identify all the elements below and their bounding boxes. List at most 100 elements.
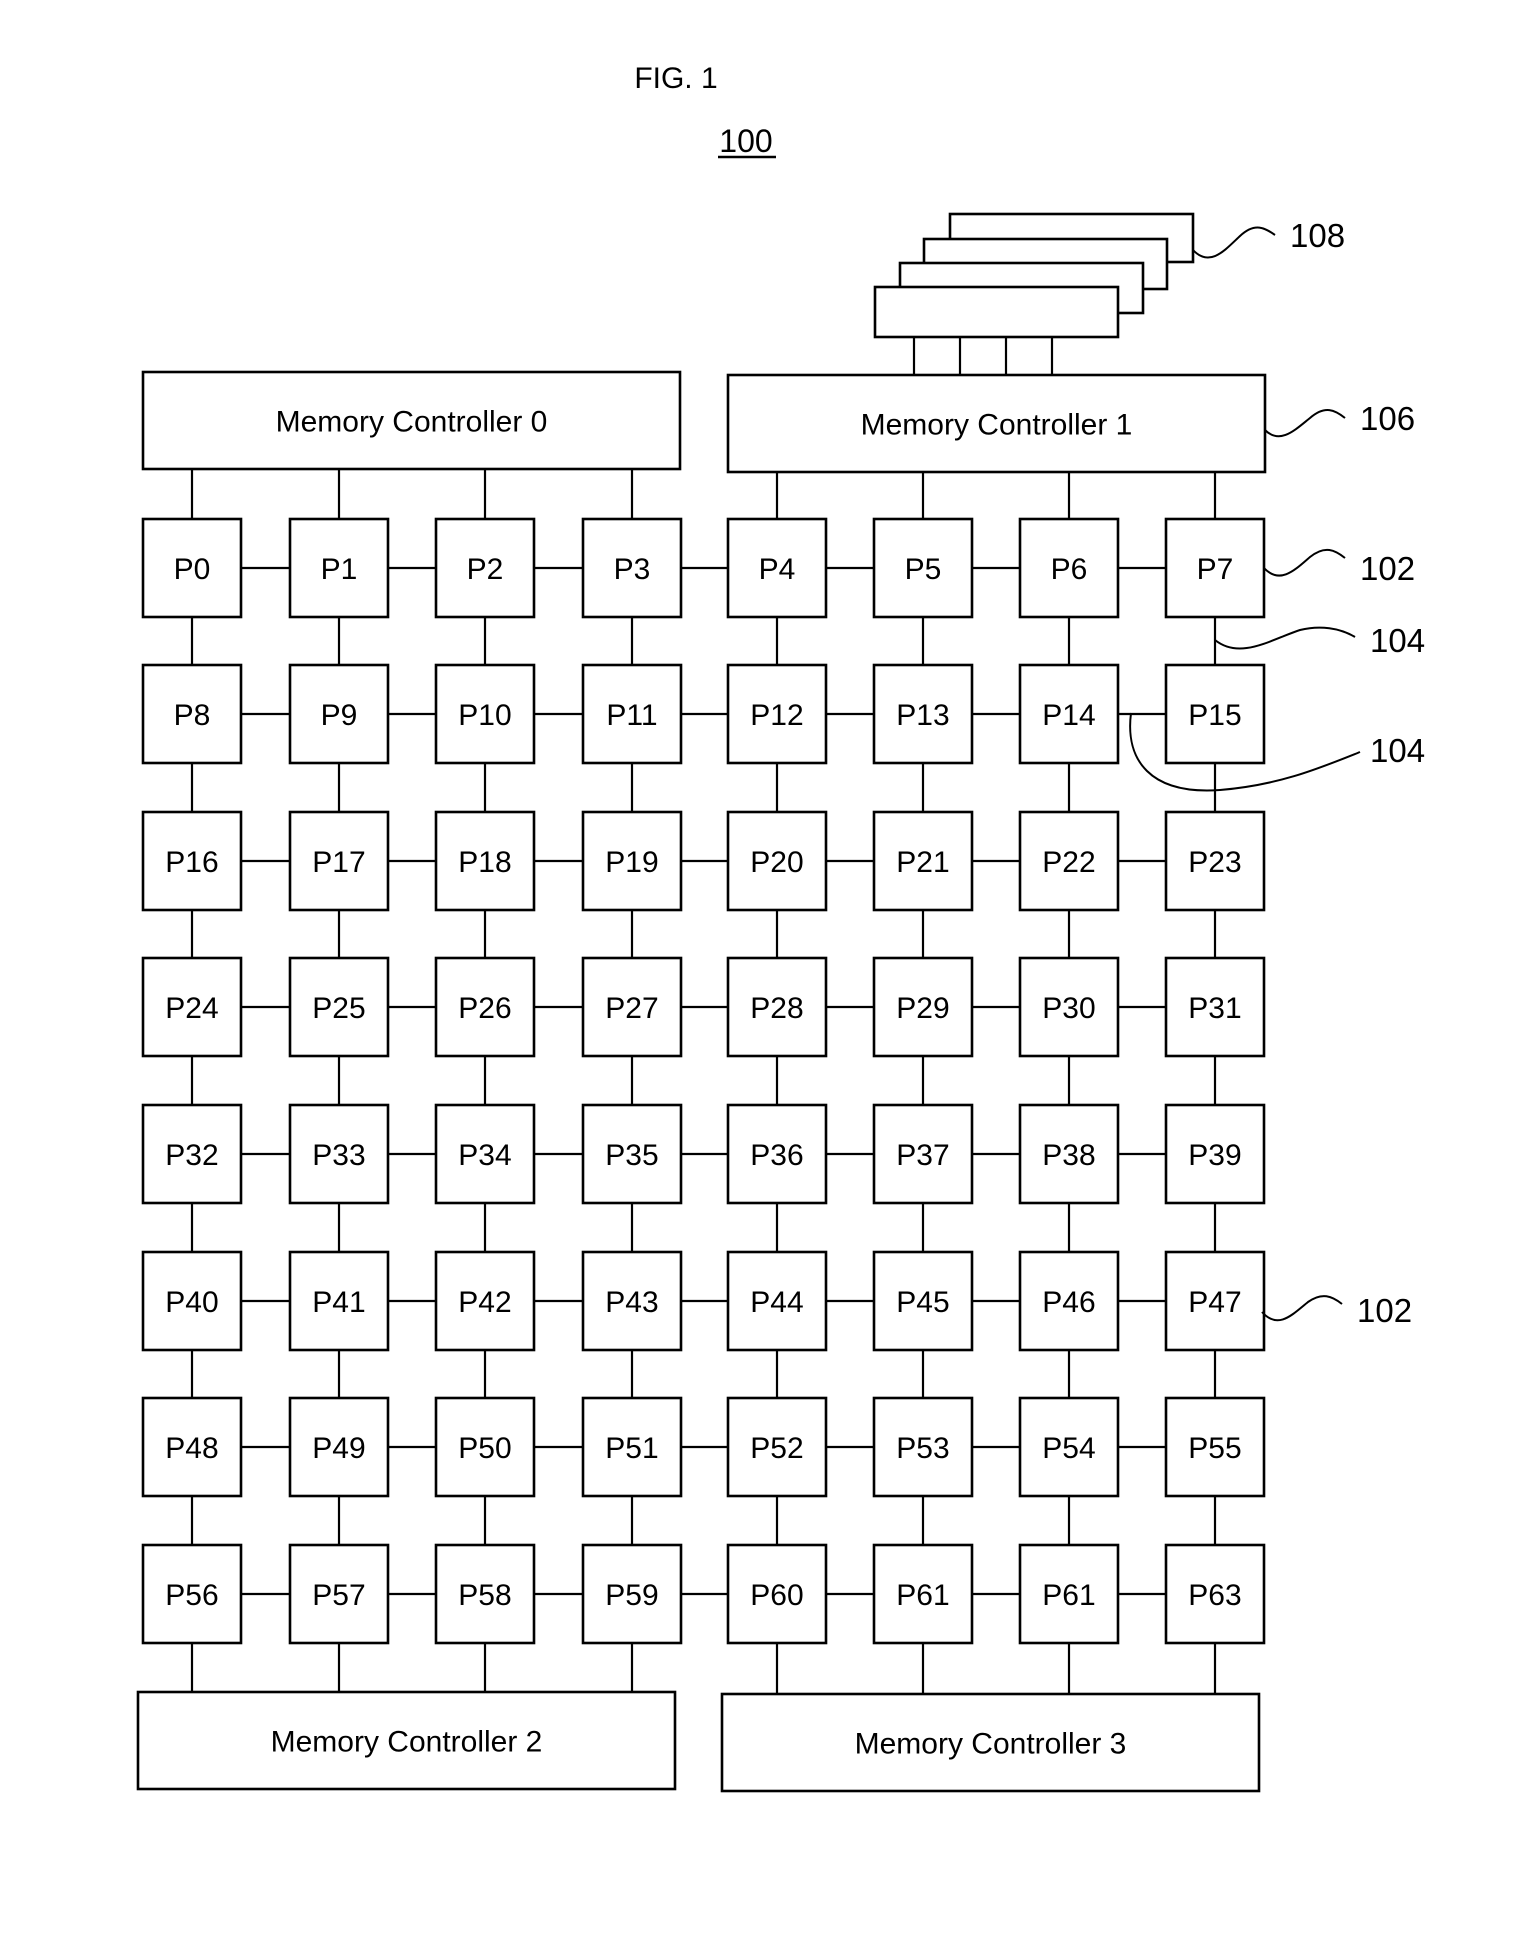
processor-node: P10 xyxy=(434,663,536,765)
processor-label: P19 xyxy=(605,846,658,879)
interconnect-links xyxy=(190,469,1217,1694)
processor-node: P55 xyxy=(1164,1396,1266,1498)
processor-node: P58 xyxy=(434,1543,536,1645)
processor-node: P14 xyxy=(1018,663,1120,765)
memory-controller-2: Memory Controller 2 xyxy=(136,1690,677,1791)
processor-node: P32 xyxy=(141,1103,243,1205)
processor-node: P50 xyxy=(434,1396,536,1498)
processor-node: P36 xyxy=(726,1103,828,1205)
processor-node: P59 xyxy=(581,1543,683,1645)
processor-node: P60 xyxy=(726,1543,828,1645)
processor-node: P8 xyxy=(141,663,243,765)
processor-label: P33 xyxy=(312,1139,365,1172)
processor-label: P44 xyxy=(750,1286,803,1319)
processor-label: P2 xyxy=(467,553,504,586)
processor-node: P0 xyxy=(141,517,243,619)
processor-node: P13 xyxy=(872,663,974,765)
callout-leader-line xyxy=(1214,626,1356,650)
memory-controller-label: Memory Controller 2 xyxy=(271,1726,543,1759)
processor-node: P5 xyxy=(872,517,974,619)
callout-leader-line xyxy=(1192,226,1276,259)
processor-label: P58 xyxy=(458,1579,511,1612)
processor-label: P18 xyxy=(458,846,511,879)
processor-node: P11 xyxy=(581,663,683,765)
processor-label: P1 xyxy=(321,553,358,586)
callout-leader-line xyxy=(1261,1295,1343,1322)
processor-node: P52 xyxy=(726,1396,828,1498)
processor-node: P20 xyxy=(726,810,828,912)
processor-node: P18 xyxy=(434,810,536,912)
processor-node: P3 xyxy=(581,517,683,619)
processor-node: P27 xyxy=(581,956,683,1058)
callout-label: 102 xyxy=(1357,1292,1412,1329)
processor-node: P16 xyxy=(141,810,243,912)
processor-label: P42 xyxy=(458,1286,511,1319)
processor-node: P21 xyxy=(872,810,974,912)
callout-label: 104 xyxy=(1370,622,1425,659)
processor-node: P34 xyxy=(434,1103,536,1205)
processor-label: P14 xyxy=(1042,699,1095,732)
callout-label: 108 xyxy=(1290,217,1345,254)
processor-label: P24 xyxy=(165,992,218,1025)
callout-label: 104 xyxy=(1370,732,1425,769)
callout-leader-line xyxy=(1264,409,1346,438)
processor-node: P28 xyxy=(726,956,828,1058)
processor-node: P56 xyxy=(141,1543,243,1645)
processor-node: P29 xyxy=(872,956,974,1058)
processor-node: P35 xyxy=(581,1103,683,1205)
processor-label: P12 xyxy=(750,699,803,732)
callout-processor-p7: 102 xyxy=(1263,548,1415,587)
callout-memory-controller: 106 xyxy=(1264,400,1415,438)
processor-label: P47 xyxy=(1188,1286,1241,1319)
processor-label: P55 xyxy=(1188,1432,1241,1465)
processor-node: P63 xyxy=(1164,1543,1266,1645)
figure-title: FIG. 1 xyxy=(634,62,717,95)
processor-label: P50 xyxy=(458,1432,511,1465)
processor-label: P46 xyxy=(1042,1286,1095,1319)
callout-link-vertical: 104 xyxy=(1214,622,1425,659)
processor-label: P28 xyxy=(750,992,803,1025)
processor-node: P47 xyxy=(1164,1250,1266,1352)
processor-label: P26 xyxy=(458,992,511,1025)
processor-node: P15 xyxy=(1164,663,1266,765)
processor-node: P24 xyxy=(141,956,243,1058)
processor-label: P45 xyxy=(896,1286,949,1319)
processor-label: P20 xyxy=(750,846,803,879)
processor-label: P38 xyxy=(1042,1139,1095,1172)
processor-label: P35 xyxy=(605,1139,658,1172)
processor-label: P3 xyxy=(614,553,651,586)
processor-label: P52 xyxy=(750,1432,803,1465)
processor-node: P7 xyxy=(1164,517,1266,619)
processor-label: P39 xyxy=(1188,1139,1241,1172)
processor-node: P44 xyxy=(726,1250,828,1352)
processor-label: P49 xyxy=(312,1432,365,1465)
processor-node: P45 xyxy=(872,1250,974,1352)
processor-node: P9 xyxy=(288,663,390,765)
processor-label: P13 xyxy=(896,699,949,732)
memory-controller-label: Memory Controller 0 xyxy=(276,406,548,439)
processor-label: P22 xyxy=(1042,846,1095,879)
processor-node: P1 xyxy=(288,517,390,619)
callout-label: 106 xyxy=(1360,400,1415,437)
processor-label: P27 xyxy=(605,992,658,1025)
memory-controller-0: Memory Controller 0 xyxy=(141,370,682,471)
processor-label: P0 xyxy=(174,553,211,586)
processor-node: P39 xyxy=(1164,1103,1266,1205)
callout-processor-p47: 102 xyxy=(1261,1292,1412,1329)
processor-node: P26 xyxy=(434,956,536,1058)
processor-label: P57 xyxy=(312,1579,365,1612)
processor-node: P48 xyxy=(141,1396,243,1498)
processor-label: P30 xyxy=(1042,992,1095,1025)
processor-label: P43 xyxy=(605,1286,658,1319)
processor-label: P5 xyxy=(905,553,942,586)
processor-label: P23 xyxy=(1188,846,1241,879)
processor-node: P46 xyxy=(1018,1250,1120,1352)
figure-reference-number: 100 xyxy=(719,123,772,159)
processor-label: P54 xyxy=(1042,1432,1095,1465)
processor-node: P57 xyxy=(288,1543,390,1645)
processor-label: P60 xyxy=(750,1579,803,1612)
processor-label: P4 xyxy=(759,553,796,586)
processor-node: P12 xyxy=(726,663,828,765)
processor-label: P10 xyxy=(458,699,511,732)
processor-node: P54 xyxy=(1018,1396,1120,1498)
